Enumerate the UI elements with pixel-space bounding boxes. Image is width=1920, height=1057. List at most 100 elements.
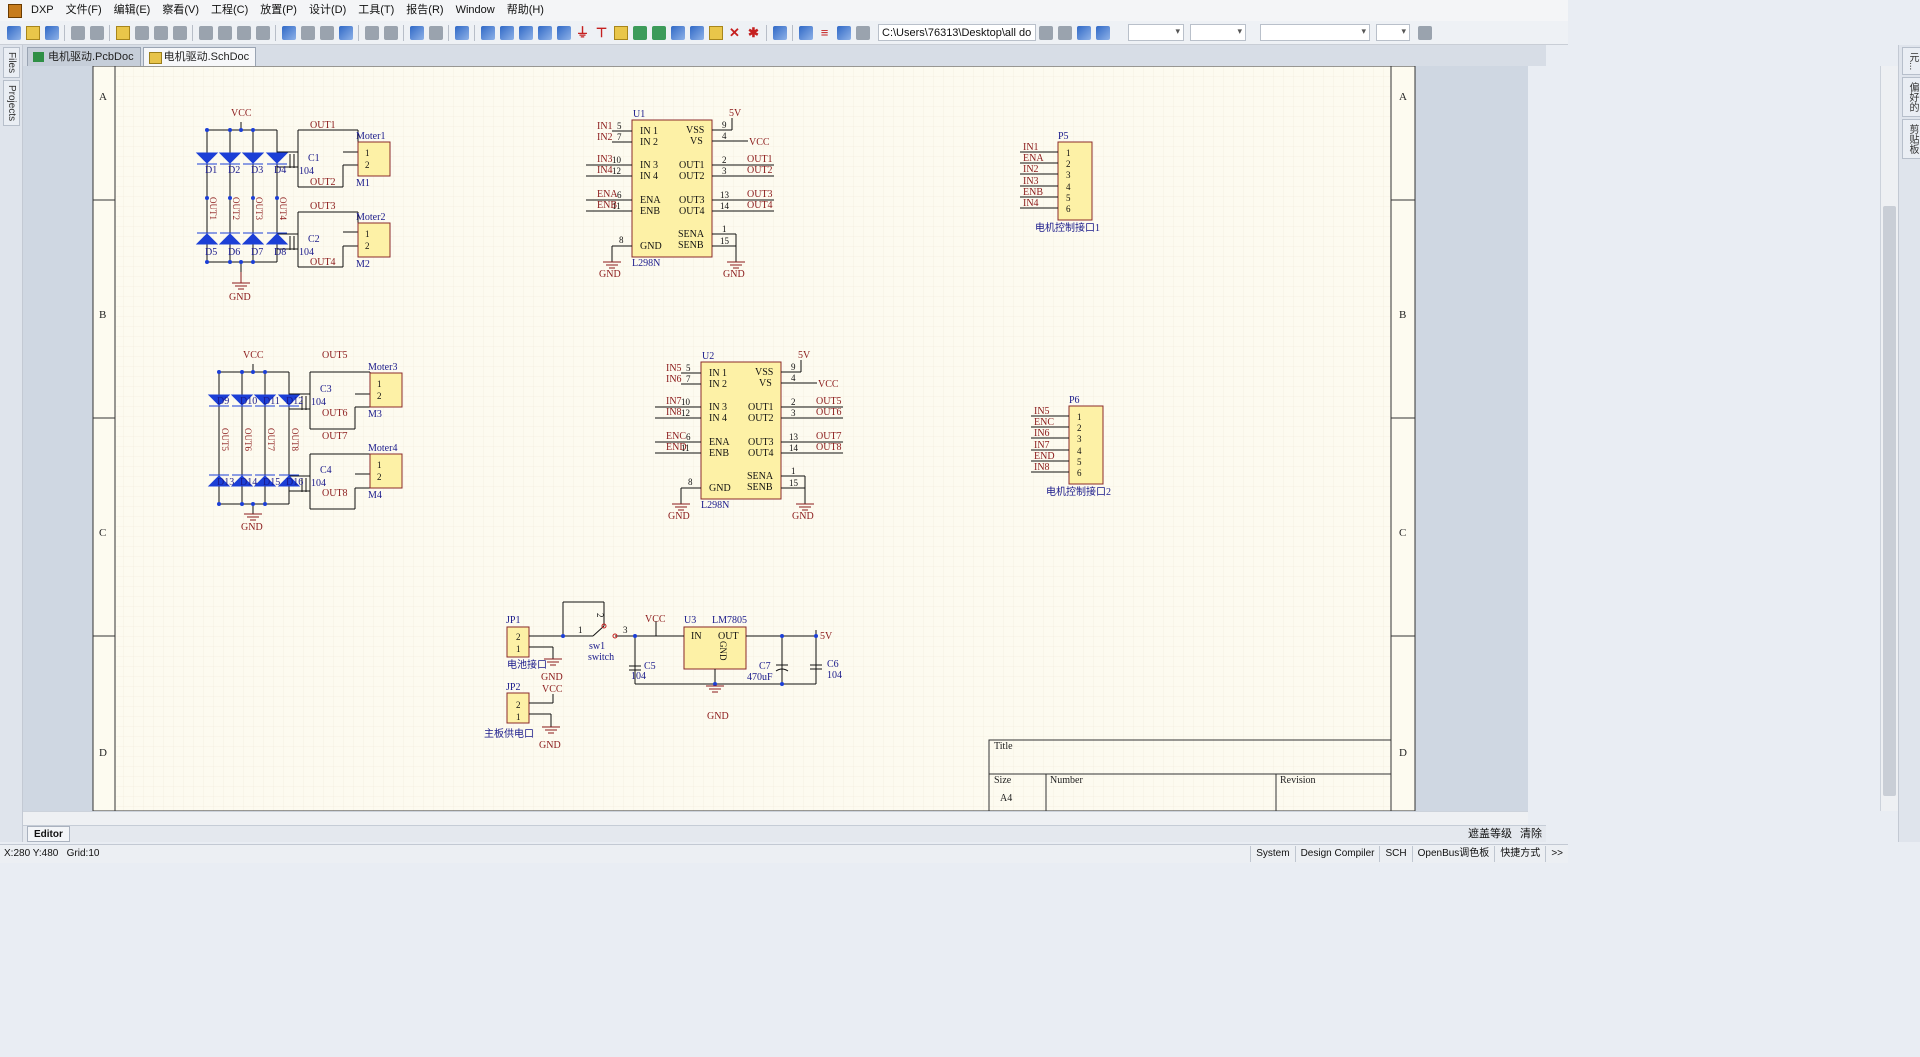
browse-library-icon[interactable] (454, 25, 469, 40)
schematic-sheet[interactable]: A B C D A B C D Title Size A4 Number Rev… (23, 66, 1528, 811)
dock-tab-projects[interactable]: Projects (3, 80, 20, 127)
paste-icon[interactable] (236, 25, 251, 40)
designator: D16 (286, 477, 303, 488)
panel-sch[interactable]: SCH (1379, 846, 1411, 862)
menu-edit[interactable]: 编辑(E) (108, 0, 157, 21)
pin-label: SENA (747, 471, 774, 482)
cut-icon[interactable] (198, 25, 213, 40)
mask-level-button[interactable]: 遮盖等级 (1468, 826, 1512, 842)
clear-button[interactable]: 清除 (1520, 826, 1542, 842)
power-sources-icon[interactable] (836, 25, 851, 40)
menu-window[interactable]: Window (450, 0, 501, 21)
redo-icon[interactable] (383, 25, 398, 40)
open-document-icon[interactable] (115, 25, 130, 40)
align-tools-icon[interactable]: ≡ (818, 25, 832, 40)
pcb-combo-4[interactable] (1376, 24, 1410, 41)
dock-tab-components[interactable]: 元... (1902, 47, 1920, 76)
pin-number: 2 (1077, 423, 1082, 433)
place-wire-icon[interactable] (480, 25, 495, 40)
back-icon[interactable] (1038, 25, 1053, 40)
menu-help[interactable]: 帮助(H) (501, 0, 550, 21)
menu-place[interactable]: 放置(P) (254, 0, 303, 21)
tab-pcbdoc[interactable]: 电机驱动.PcbDoc (27, 47, 141, 66)
rubber-stamp-icon[interactable] (255, 25, 270, 40)
panel-shortcuts[interactable]: 快捷方式 (1494, 846, 1545, 862)
document-path-combo[interactable]: C:\Users\76313\Desktop\all do (878, 24, 1036, 41)
tab-schdoc[interactable]: 电机驱动.SchDoc (142, 47, 257, 66)
clear-filter-icon[interactable] (338, 25, 353, 40)
dock-tab-clipboard[interactable]: 剪贴板 (1902, 119, 1920, 160)
save-icon[interactable] (44, 25, 59, 40)
place-part-icon[interactable] (613, 25, 628, 40)
place-signal-harness-icon[interactable] (518, 25, 533, 40)
pcb-combo-3[interactable] (1260, 24, 1370, 41)
new-file-icon[interactable] (6, 25, 21, 40)
vertical-scrollbar[interactable] (1880, 66, 1898, 811)
move-icon[interactable] (300, 25, 315, 40)
zoom-fit-icon[interactable] (134, 25, 149, 40)
size-label: Size (994, 775, 1012, 786)
dock-tab-favorites[interactable]: 偏好的 (1902, 77, 1920, 118)
place-sheet-entry-icon[interactable] (651, 25, 666, 40)
menu-view[interactable]: 察看(V) (156, 0, 205, 21)
gnd-port: GND (241, 522, 263, 533)
menu-tools[interactable]: 工具(T) (352, 0, 400, 21)
pin-tool-icon[interactable] (428, 25, 443, 40)
pin-number: 3 (1066, 170, 1071, 180)
select-area-icon[interactable] (281, 25, 296, 40)
menu-reports[interactable]: 报告(R) (400, 0, 449, 21)
print-preview-icon[interactable] (89, 25, 104, 40)
open-file-icon[interactable] (25, 25, 40, 40)
pin-number: 9 (791, 362, 796, 372)
home-icon[interactable] (1076, 25, 1091, 40)
panel-design-compiler[interactable]: Design Compiler (1294, 846, 1380, 862)
panel-openbus[interactable]: OpenBus调色板 (1411, 846, 1495, 862)
menu-project[interactable]: 工程(C) (205, 0, 254, 21)
pcb-combo-1[interactable] (1128, 24, 1184, 41)
panel-system[interactable]: System (1250, 846, 1294, 862)
size-value: A4 (1000, 793, 1012, 804)
net-label: IN8 (1034, 462, 1050, 473)
place-device-sheet-icon[interactable] (670, 25, 685, 40)
menu-design[interactable]: 设计(D) (303, 0, 352, 21)
dock-tab-files[interactable]: Files (3, 47, 20, 79)
zoom-area-icon[interactable] (153, 25, 168, 40)
pcb-combo-2[interactable] (1190, 24, 1246, 41)
place-bus-icon[interactable] (499, 25, 514, 40)
list-menu-icon[interactable] (1418, 25, 1432, 40)
net-label: IN3 (1023, 176, 1039, 187)
forward-icon[interactable] (1057, 25, 1072, 40)
print-icon[interactable] (70, 25, 85, 40)
hierarchy-icon[interactable] (409, 25, 424, 40)
undo-icon[interactable] (364, 25, 379, 40)
drawing-tools-icon[interactable] (772, 25, 787, 40)
compile-mask-icon[interactable]: ✱ (747, 25, 761, 40)
editor-tab[interactable]: Editor (27, 826, 70, 842)
pin-number: 15 (789, 478, 799, 488)
place-sheet-symbol-icon[interactable] (632, 25, 647, 40)
menu-dxp[interactable]: DXP (25, 0, 60, 21)
horizontal-scrollbar[interactable] (23, 811, 1528, 825)
pin-label: VS (759, 378, 772, 389)
place-net-label-icon[interactable] (556, 25, 571, 40)
wiring-tools-icon[interactable] (798, 25, 813, 40)
pin-number: 10 (681, 397, 691, 407)
designator: JP1 (506, 615, 520, 626)
copy-icon[interactable] (217, 25, 232, 40)
refresh-icon[interactable] (1095, 25, 1110, 40)
net-label: IN5 (1034, 406, 1050, 417)
panel-more[interactable]: >> (1545, 846, 1568, 862)
scrollbar-thumb[interactable] (1883, 206, 1896, 796)
no-erc-icon[interactable]: ✕ (728, 25, 742, 40)
zoom-selected-icon[interactable] (172, 25, 187, 40)
gnd-port-icon[interactable]: ⏚ (576, 25, 590, 40)
grid-icon[interactable] (855, 25, 870, 40)
deselect-icon[interactable] (319, 25, 334, 40)
place-harness-connector-icon[interactable] (689, 25, 704, 40)
comment: Moter3 (368, 362, 397, 373)
menu-file[interactable]: 文件(F) (60, 0, 108, 21)
place-port-icon[interactable] (708, 25, 723, 40)
place-bus-entry-icon[interactable] (537, 25, 552, 40)
schematic-workspace[interactable]: A B C D A B C D Title Size A4 Number Rev… (23, 66, 1528, 811)
vcc-port-icon[interactable]: ⊤ (595, 25, 609, 40)
